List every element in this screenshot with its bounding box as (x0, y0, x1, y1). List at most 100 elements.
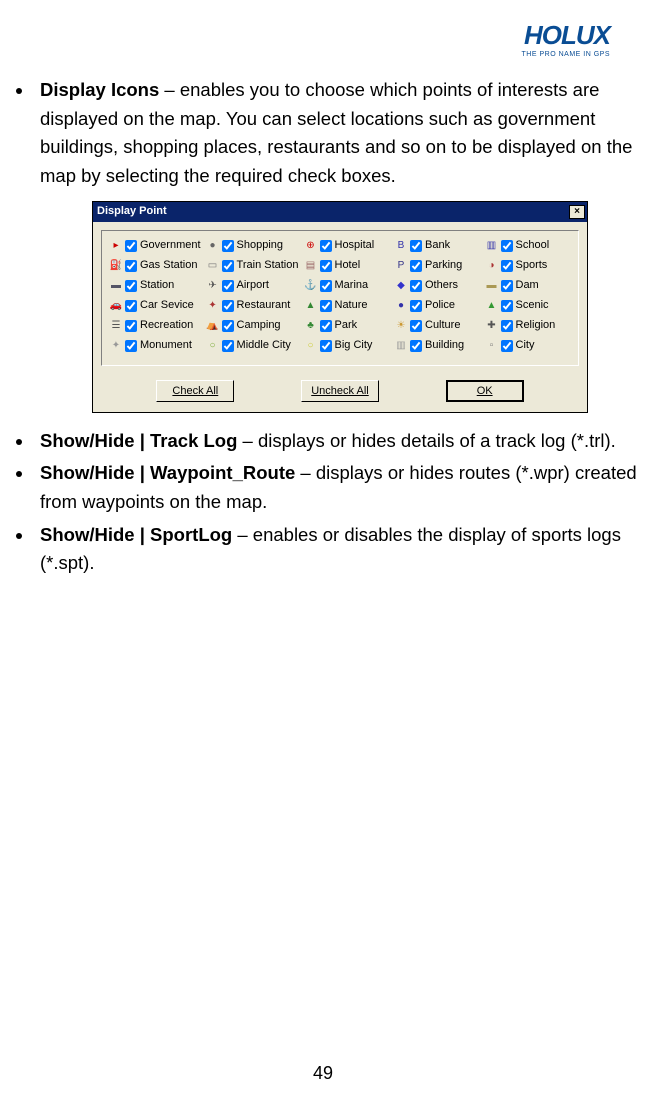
poi-item: ▲Scenic (486, 297, 571, 315)
poi-item: ○Middle City (207, 337, 299, 355)
poi-checkbox[interactable] (222, 240, 234, 252)
poi-icon: ▤ (305, 260, 317, 272)
poi-item: ⛺Camping (207, 317, 299, 335)
poi-checkbox[interactable] (410, 240, 422, 252)
poi-label: Shopping (237, 237, 284, 254)
poi-label: Police (425, 297, 455, 314)
poi-icon: ▥ (486, 240, 498, 252)
poi-item: ✚Religion (486, 317, 571, 335)
poi-checkbox[interactable] (410, 340, 422, 352)
poi-checkbox[interactable] (125, 240, 137, 252)
dialog-title: Display Point (97, 203, 167, 220)
poi-label: Government (140, 237, 201, 254)
poi-icon: ▬ (486, 280, 498, 292)
poi-checkbox[interactable] (222, 340, 234, 352)
poi-checkbox[interactable] (125, 260, 137, 272)
brand-logo: HOLUX THE PRO NAME IN GPS (6, 20, 640, 68)
logo-text: HOLUX (6, 20, 610, 51)
ok-button[interactable]: OK (446, 380, 524, 402)
poi-icon: ✚ (486, 320, 498, 332)
poi-checkbox[interactable] (320, 320, 332, 332)
poi-icon: ▭ (207, 260, 219, 272)
poi-label: Others (425, 277, 458, 294)
poi-item: ⛽Gas Station (110, 257, 201, 275)
poi-checkbox[interactable] (501, 300, 513, 312)
poi-label: Station (140, 277, 174, 294)
poi-icon: P (395, 260, 407, 272)
poi-checkbox[interactable] (410, 280, 422, 292)
poi-item: ⊕Hospital (305, 237, 390, 255)
poi-label: Bank (425, 237, 450, 254)
poi-checkbox[interactable] (222, 300, 234, 312)
poi-icon: ♣ (305, 320, 317, 332)
poi-icon: ○ (305, 340, 317, 352)
poi-icon: ◆ (395, 280, 407, 292)
poi-item: ○ Big City (305, 337, 390, 355)
poi-item: ♣Park (305, 317, 390, 335)
checkbox-panel: ▸Government●Shopping⊕HospitalBBank▥Schoo… (101, 230, 579, 366)
poi-checkbox[interactable] (125, 280, 137, 292)
poi-checkbox[interactable] (410, 260, 422, 272)
poi-item: ▭ Train Station (207, 257, 299, 275)
page-number: 49 (0, 1063, 646, 1084)
poi-item: ✦Restaurant (207, 297, 299, 315)
poi-checkbox[interactable] (320, 340, 332, 352)
list-item: Show/Hide | Track Log – displays or hide… (34, 427, 640, 456)
check-all-button[interactable]: Check All (156, 380, 234, 402)
poi-checkbox[interactable] (125, 340, 137, 352)
poi-item: ●Shopping (207, 237, 299, 255)
poi-item: ◑Sports (486, 257, 571, 275)
poi-checkbox[interactable] (125, 320, 137, 332)
list-item: Display Icons – enables you to choose wh… (34, 76, 640, 413)
poi-checkbox[interactable] (320, 280, 332, 292)
poi-label: Hospital (335, 237, 375, 254)
poi-label: Recreation (140, 317, 193, 334)
poi-checkbox[interactable] (320, 260, 332, 272)
poi-icon: ▸ (110, 240, 122, 252)
poi-checkbox[interactable] (222, 260, 234, 272)
poi-item: 🚗Car Sevice (110, 297, 201, 315)
poi-checkbox[interactable] (501, 340, 513, 352)
poi-checkbox[interactable] (125, 300, 137, 312)
poi-item: ▬ Dam (486, 277, 571, 295)
uncheck-all-button[interactable]: Uncheck All (301, 380, 379, 402)
poi-icon: ⛺ (207, 320, 219, 332)
poi-label: Nature (335, 297, 368, 314)
dialog-screenshot: Display Point × ▸Government●Shopping⊕Hos… (40, 201, 640, 413)
poi-icon: B (395, 240, 407, 252)
poi-item: ● Police (395, 297, 480, 315)
close-icon[interactable]: × (569, 205, 585, 219)
poi-item: ☰Recreation (110, 317, 201, 335)
poi-checkbox[interactable] (222, 320, 234, 332)
poi-item: ✦ Monument (110, 337, 201, 355)
poi-checkbox[interactable] (501, 280, 513, 292)
poi-label: School (516, 237, 550, 254)
poi-label: Middle City (237, 337, 291, 354)
poi-checkbox[interactable] (410, 300, 422, 312)
poi-icon: ⚓ (305, 280, 317, 292)
poi-item: PParking (395, 257, 480, 275)
poi-label: Dam (516, 277, 539, 294)
poi-checkbox[interactable] (501, 240, 513, 252)
poi-checkbox[interactable] (410, 320, 422, 332)
poi-checkbox[interactable] (320, 240, 332, 252)
poi-label: Monument (140, 337, 192, 354)
poi-checkbox[interactable] (320, 300, 332, 312)
poi-checkbox[interactable] (501, 320, 513, 332)
list-item: Show/Hide | SportLog – enables or disabl… (34, 521, 640, 578)
poi-item: ▬Station (110, 277, 201, 295)
poi-checkbox[interactable] (501, 260, 513, 272)
poi-label: Gas Station (140, 257, 197, 274)
poi-checkbox[interactable] (222, 280, 234, 292)
poi-item: ▤Hotel (305, 257, 390, 275)
poi-icon: ✈ (207, 280, 219, 292)
poi-icon: ◑ (486, 260, 498, 272)
poi-label: Train Station (237, 257, 299, 274)
poi-label: Building (425, 337, 464, 354)
poi-label: Car Sevice (140, 297, 194, 314)
poi-icon: ✦ (110, 340, 122, 352)
poi-label: Big City (335, 337, 373, 354)
poi-icon: ● (395, 300, 407, 312)
poi-label: Culture (425, 317, 460, 334)
poi-item: B Bank (395, 237, 480, 255)
